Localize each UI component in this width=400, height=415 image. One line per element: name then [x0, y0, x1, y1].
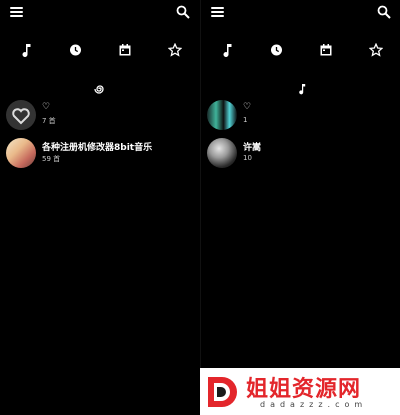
playlist-count: 59 首: [42, 155, 61, 163]
favorites-cover: [6, 100, 36, 130]
site-watermark: 姐姐资源网 dadazzz.com: [200, 368, 400, 415]
list-item[interactable]: ♡ 1: [207, 100, 397, 132]
list-item[interactable]: 许嵩 10: [207, 138, 397, 170]
search-icon[interactable]: [176, 5, 190, 19]
playlist-title: ♡: [243, 102, 252, 112]
playlist-count: 7 首: [42, 117, 56, 125]
playlist-cover: [6, 138, 36, 168]
left-screen: ♡ 7 首 各种注册机修改器8bit音乐 59 首: [0, 0, 200, 415]
list-item[interactable]: 各种注册机修改器8bit音乐 59 首: [6, 138, 196, 170]
search-icon[interactable]: [377, 5, 391, 19]
tab-calendar[interactable]: [117, 42, 133, 58]
right-screen: ♡ 1 许嵩 10: [201, 0, 400, 415]
tab-songs[interactable]: [17, 42, 33, 58]
heart-icon: [12, 108, 30, 125]
tab-bar: [201, 42, 400, 58]
music-note-icon: [223, 44, 232, 57]
watermark-logo: [208, 377, 237, 407]
calendar-icon: [119, 44, 131, 56]
tab-songs[interactable]: [218, 42, 234, 58]
history-icon: [70, 44, 81, 56]
tab-history[interactable]: [67, 42, 83, 58]
watermark-url: dadazzz.com: [260, 400, 368, 409]
section-header-icon: [201, 80, 400, 95]
star-icon: [168, 43, 182, 57]
playlist-cover: [207, 100, 237, 130]
history-icon: [271, 44, 282, 56]
playlist-title: ♡: [42, 102, 51, 112]
tab-bar: [0, 42, 200, 58]
hamburger-icon[interactable]: [10, 7, 23, 17]
tab-history[interactable]: [268, 42, 284, 58]
playlist-title: 各种注册机修改器8bit音乐: [42, 143, 153, 153]
artist-name: 许嵩: [243, 143, 262, 153]
playlist-count: 1: [243, 116, 248, 124]
star-icon: [369, 43, 383, 57]
top-app-bar: [0, 0, 200, 26]
list-item[interactable]: ♡ 7 首: [6, 100, 196, 132]
top-app-bar: [201, 0, 400, 26]
section-header-icon: [0, 80, 200, 94]
hamburger-icon[interactable]: [211, 7, 224, 17]
tab-favorites[interactable]: [368, 42, 384, 58]
music-note-icon: [299, 84, 306, 95]
watermark-title: 姐姐资源网: [246, 377, 362, 402]
spiral-icon: [94, 85, 104, 94]
tab-favorites[interactable]: [167, 42, 183, 58]
music-note-icon: [22, 44, 31, 57]
calendar-icon: [320, 44, 332, 56]
artist-avatar: [207, 138, 237, 168]
artist-count: 10: [243, 154, 252, 162]
tab-calendar[interactable]: [318, 42, 334, 58]
